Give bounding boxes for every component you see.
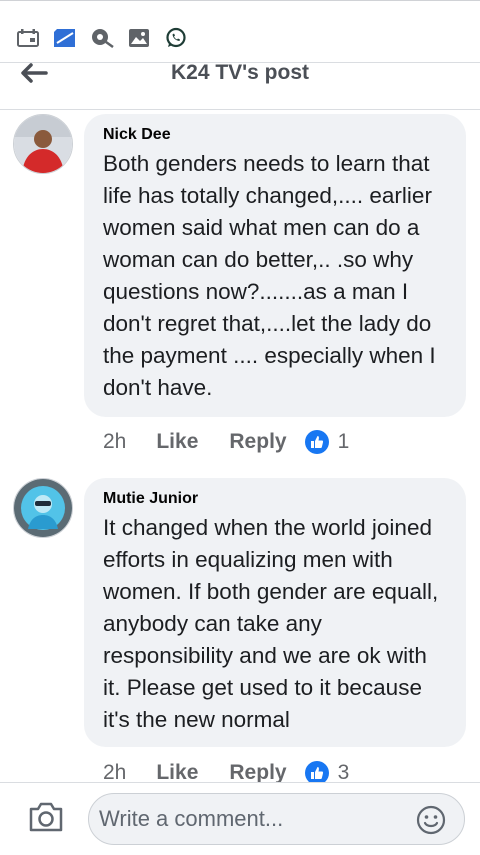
comment-text: Both genders needs to learn that life ha… bbox=[103, 151, 436, 400]
calendar-icon bbox=[16, 27, 40, 49]
reaction-count[interactable]: 1 bbox=[338, 430, 350, 454]
status-icons bbox=[16, 27, 188, 49]
comment-placeholder: Write a comment... bbox=[99, 806, 284, 831]
comment-text: It changed when the world joined efforts… bbox=[103, 515, 439, 732]
comment-author[interactable]: Mutie Junior bbox=[103, 490, 448, 508]
comment-input[interactable]: Write a comment... bbox=[88, 793, 465, 845]
comment-bubble: Nick Dee Both genders needs to learn tha… bbox=[84, 114, 466, 417]
comment-actions: 2h Like Reply 1 bbox=[103, 430, 349, 454]
emoji-icon[interactable] bbox=[416, 805, 446, 835]
sim-icon bbox=[53, 27, 77, 49]
gallery-icon bbox=[127, 27, 151, 49]
avatar[interactable] bbox=[13, 478, 73, 538]
status-bar bbox=[0, 0, 480, 63]
whatsapp-icon bbox=[164, 27, 188, 49]
post-header: K24 TV's post bbox=[0, 61, 480, 110]
like-button[interactable]: Like bbox=[156, 430, 198, 454]
thumbs-up-icon[interactable] bbox=[304, 430, 329, 454]
comment-author[interactable]: Nick Dee bbox=[103, 126, 448, 144]
page-title: K24 TV's post bbox=[170, 61, 310, 84]
camera-icon[interactable] bbox=[28, 801, 64, 833]
reply-button[interactable]: Reply bbox=[229, 430, 286, 454]
comment-bubble: Mutie Junior It changed when the world j… bbox=[84, 478, 466, 747]
comment-time: 2h bbox=[103, 430, 127, 453]
comment-composer: Write a comment... bbox=[0, 782, 480, 855]
avatar[interactable] bbox=[13, 114, 73, 174]
vpn-icon bbox=[90, 27, 114, 49]
